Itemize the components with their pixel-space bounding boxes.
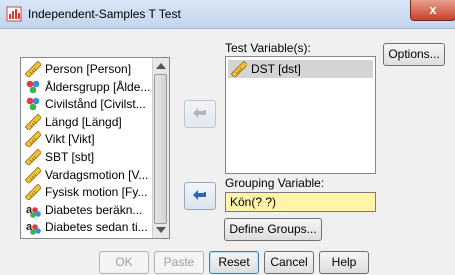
move-to-grouping-variable-button[interactable]	[184, 182, 216, 210]
move-to-test-variables-button[interactable]	[184, 100, 216, 128]
scroll-down-icon[interactable]	[156, 227, 166, 233]
arrow-right-icon	[193, 108, 206, 118]
nominal-string-icon: a	[25, 202, 41, 218]
variable-label: Vardagsmotion [V...	[45, 167, 149, 182]
test-variable-label: DST [dst]	[251, 62, 301, 76]
scale-icon	[25, 166, 43, 184]
test-variable-item[interactable]: DST [dst]	[228, 60, 373, 78]
variable-label: Civilstånd [Civilst...	[45, 97, 146, 112]
variable-list-item[interactable]: Åldersgrupp [Ålde...	[25, 78, 153, 96]
nominal-string-icon: a	[25, 219, 41, 236]
scale-icon	[25, 131, 43, 149]
ok-button[interactable]: OK	[99, 251, 149, 274]
paste-button[interactable]: Paste	[154, 251, 204, 274]
variable-label: Person [Person]	[45, 62, 132, 76]
test-variables-list[interactable]: DST [dst]	[225, 56, 376, 174]
variable-label: Åldersgrupp [Ålde...	[45, 79, 151, 94]
variable-list-item[interactable]: Vikt [Vikt]	[25, 130, 153, 149]
variable-list-item[interactable]: Civilstånd [Civilst...	[25, 95, 153, 113]
scale-icon	[25, 183, 43, 202]
variable-label: SBT [sbt]	[45, 150, 95, 164]
cancel-button[interactable]: Cancel	[264, 251, 314, 274]
variable-list-item[interactable]: a Diabetes sedan ti...	[25, 218, 153, 236]
scale-icon	[231, 61, 247, 77]
spss-app-icon	[6, 6, 22, 22]
variable-label: Diabetes beräkn...	[45, 202, 143, 217]
close-button[interactable]: x	[410, 0, 455, 21]
grouping-variable-field[interactable]: Kön(? ?)	[225, 192, 376, 212]
options-button[interactable]: Options...	[383, 43, 445, 66]
nominal-icon	[25, 79, 41, 95]
variable-label: Fysisk motion [Fy...	[45, 185, 148, 200]
variable-list-scrollbar[interactable]	[152, 58, 169, 238]
variable-list-item[interactable]: a Diabetes beräkn...	[25, 201, 153, 219]
test-variables-label: Test Variable(s):	[225, 41, 311, 55]
title-bar: Independent-Samples T Test x	[0, 0, 455, 29]
scroll-up-icon[interactable]	[156, 63, 166, 69]
variable-list-item[interactable]: Fysisk motion [Fy...	[25, 183, 153, 202]
grouping-variable-label: Grouping Variable:	[225, 176, 325, 190]
scale-icon	[25, 60, 43, 78]
variable-list-item[interactable]: Person [Person]	[25, 60, 153, 78]
define-groups-button[interactable]: Define Groups...	[224, 218, 322, 241]
scale-icon	[25, 148, 43, 166]
help-button[interactable]: Help	[319, 251, 369, 274]
source-variable-list[interactable]: Person [Person] Åldersgrupp [Ålde... Civil…	[20, 57, 170, 239]
scrollbar-thumb[interactable]	[154, 74, 167, 224]
variable-label: Längd [Längd]	[45, 114, 122, 129]
nominal-icon	[25, 96, 41, 112]
reset-button[interactable]: Reset	[209, 251, 259, 274]
variable-list-item[interactable]: Vardagsmotion [V...	[25, 166, 153, 184]
variable-list-item[interactable]: SBT [sbt]	[25, 148, 153, 166]
variable-label: Diabetes sedan ti...	[45, 220, 148, 235]
variable-list-item[interactable]: Längd [Längd]	[25, 113, 153, 131]
scale-icon	[25, 113, 43, 131]
window-title: Independent-Samples T Test	[28, 7, 181, 21]
variable-label: Vikt [Vikt]	[45, 132, 95, 147]
arrow-left-icon	[193, 190, 206, 200]
